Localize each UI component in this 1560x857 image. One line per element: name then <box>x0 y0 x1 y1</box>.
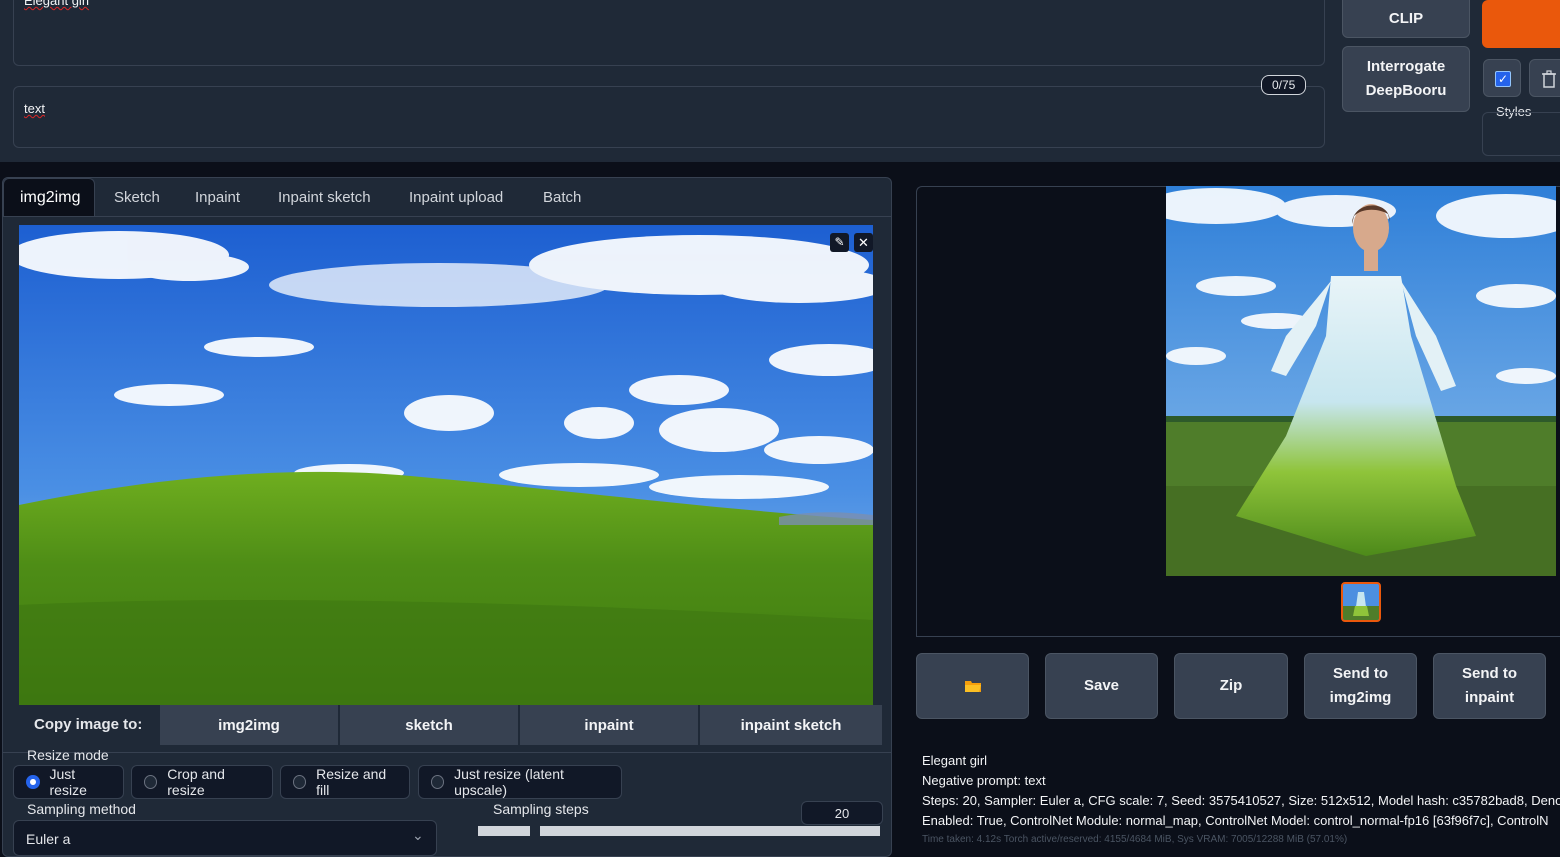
radio-resize-and-fill[interactable]: Resize and fill <box>280 765 410 799</box>
sampling-steps-label: Sampling steps <box>493 801 589 817</box>
tab-batch[interactable]: Batch <box>527 178 597 216</box>
radio-unselected-icon <box>431 775 445 789</box>
tab-divider <box>3 216 891 217</box>
interrogate-clip-button[interactable]: CLIP <box>1342 0 1470 38</box>
info-prompt: Elegant girl <box>922 753 988 768</box>
zip-button[interactable]: Zip <box>1174 653 1288 719</box>
trash-icon <box>1542 70 1556 88</box>
copy-to-inpaint-button[interactable]: inpaint <box>520 705 698 745</box>
generated-girl-image <box>1166 186 1556 576</box>
tab-inpaint-upload[interactable]: Inpaint upload <box>393 178 519 216</box>
copy-to-inpaint-sketch-button[interactable]: inpaint sketch <box>700 705 882 745</box>
chevron-down-icon: ⌄ <box>412 827 424 843</box>
close-icon[interactable]: ✕ <box>854 233 873 252</box>
resize-mode-label: Resize mode <box>27 747 109 763</box>
clear-prompt-button[interactable] <box>1529 59 1560 97</box>
save-button[interactable]: Save <box>1045 653 1158 719</box>
radio-crop-and-resize[interactable]: Crop and resize <box>131 765 273 799</box>
radio-label: Resize and fill <box>316 766 387 798</box>
negative-prompt-text: text <box>24 101 45 116</box>
radio-selected-icon <box>26 775 40 789</box>
tab-img2img[interactable]: img2img <box>3 178 95 216</box>
landscape-image <box>19 225 873 705</box>
divider <box>2 752 892 753</box>
divider <box>916 636 1560 637</box>
generate-button[interactable] <box>1482 0 1560 48</box>
copy-image-label: Copy image to: <box>34 716 143 733</box>
tab-inpaint[interactable]: Inpaint <box>179 178 256 216</box>
negative-prompt-field[interactable]: text <box>13 86 1325 148</box>
tab-sketch[interactable]: Sketch <box>98 178 176 216</box>
send-to-inpaint-button[interactable]: Send to inpaint <box>1433 653 1546 719</box>
tab-inpaint-sketch[interactable]: Inpaint sketch <box>262 178 387 216</box>
positive-prompt-text: Elegant girl <box>24 0 90 8</box>
positive-prompt-field[interactable]: Elegant girl <box>13 0 1325 66</box>
copy-to-sketch-button[interactable]: sketch <box>340 705 518 745</box>
sampling-steps-slider[interactable] <box>478 826 880 836</box>
output-image[interactable] <box>1166 186 1556 576</box>
radio-just-resize-latent[interactable]: Just resize (latent upscale) <box>418 765 622 799</box>
folder-icon <box>964 681 981 692</box>
info-controlnet: Enabled: True, ControlNet Module: normal… <box>922 813 1549 828</box>
input-image[interactable]: ✎ ✕ <box>19 225 873 705</box>
open-folder-button[interactable] <box>916 653 1029 719</box>
token-counter: 0/75 <box>1261 75 1307 95</box>
edit-icon[interactable]: ✎ <box>830 233 849 252</box>
copy-image-row: Copy image to: img2img sketch inpaint in… <box>18 705 882 745</box>
thumbnail-image <box>1343 584 1379 620</box>
checkbox-icon: ✓ <box>1495 71 1511 87</box>
slider-handle[interactable] <box>530 826 540 836</box>
send-to-img2img-button[interactable]: Send to img2img <box>1304 653 1417 719</box>
info-negative-prompt: Negative prompt: text <box>922 773 1046 788</box>
styles-dropdown[interactable] <box>1482 112 1560 156</box>
interrogate-deepbooru-button[interactable]: Interrogate DeepBooru <box>1342 46 1470 112</box>
info-time-taken: Time taken: 4.12s Torch active/reserved:… <box>922 834 1348 845</box>
sampling-method-value: Euler a <box>26 831 71 847</box>
sampling-steps-input[interactable]: 20 <box>801 801 883 825</box>
info-parameters: Steps: 20, Sampler: Euler a, CFG scale: … <box>922 793 1560 808</box>
copy-to-img2img-button[interactable]: img2img <box>160 705 338 745</box>
sampling-method-dropdown[interactable]: Euler a ⌄ <box>13 820 437 856</box>
gallery-thumbnail[interactable] <box>1341 582 1381 622</box>
radio-unselected-icon <box>144 775 158 789</box>
radio-just-resize[interactable]: Just resize <box>13 765 124 799</box>
radio-unselected-icon <box>293 775 307 789</box>
radio-label: Just resize (latent upscale) <box>454 766 564 798</box>
radio-label: Just resize <box>49 766 87 798</box>
apply-style-button[interactable]: ✓ <box>1483 59 1521 97</box>
sampling-method-label: Sampling method <box>27 801 136 817</box>
radio-label: Crop and resize <box>167 766 225 798</box>
